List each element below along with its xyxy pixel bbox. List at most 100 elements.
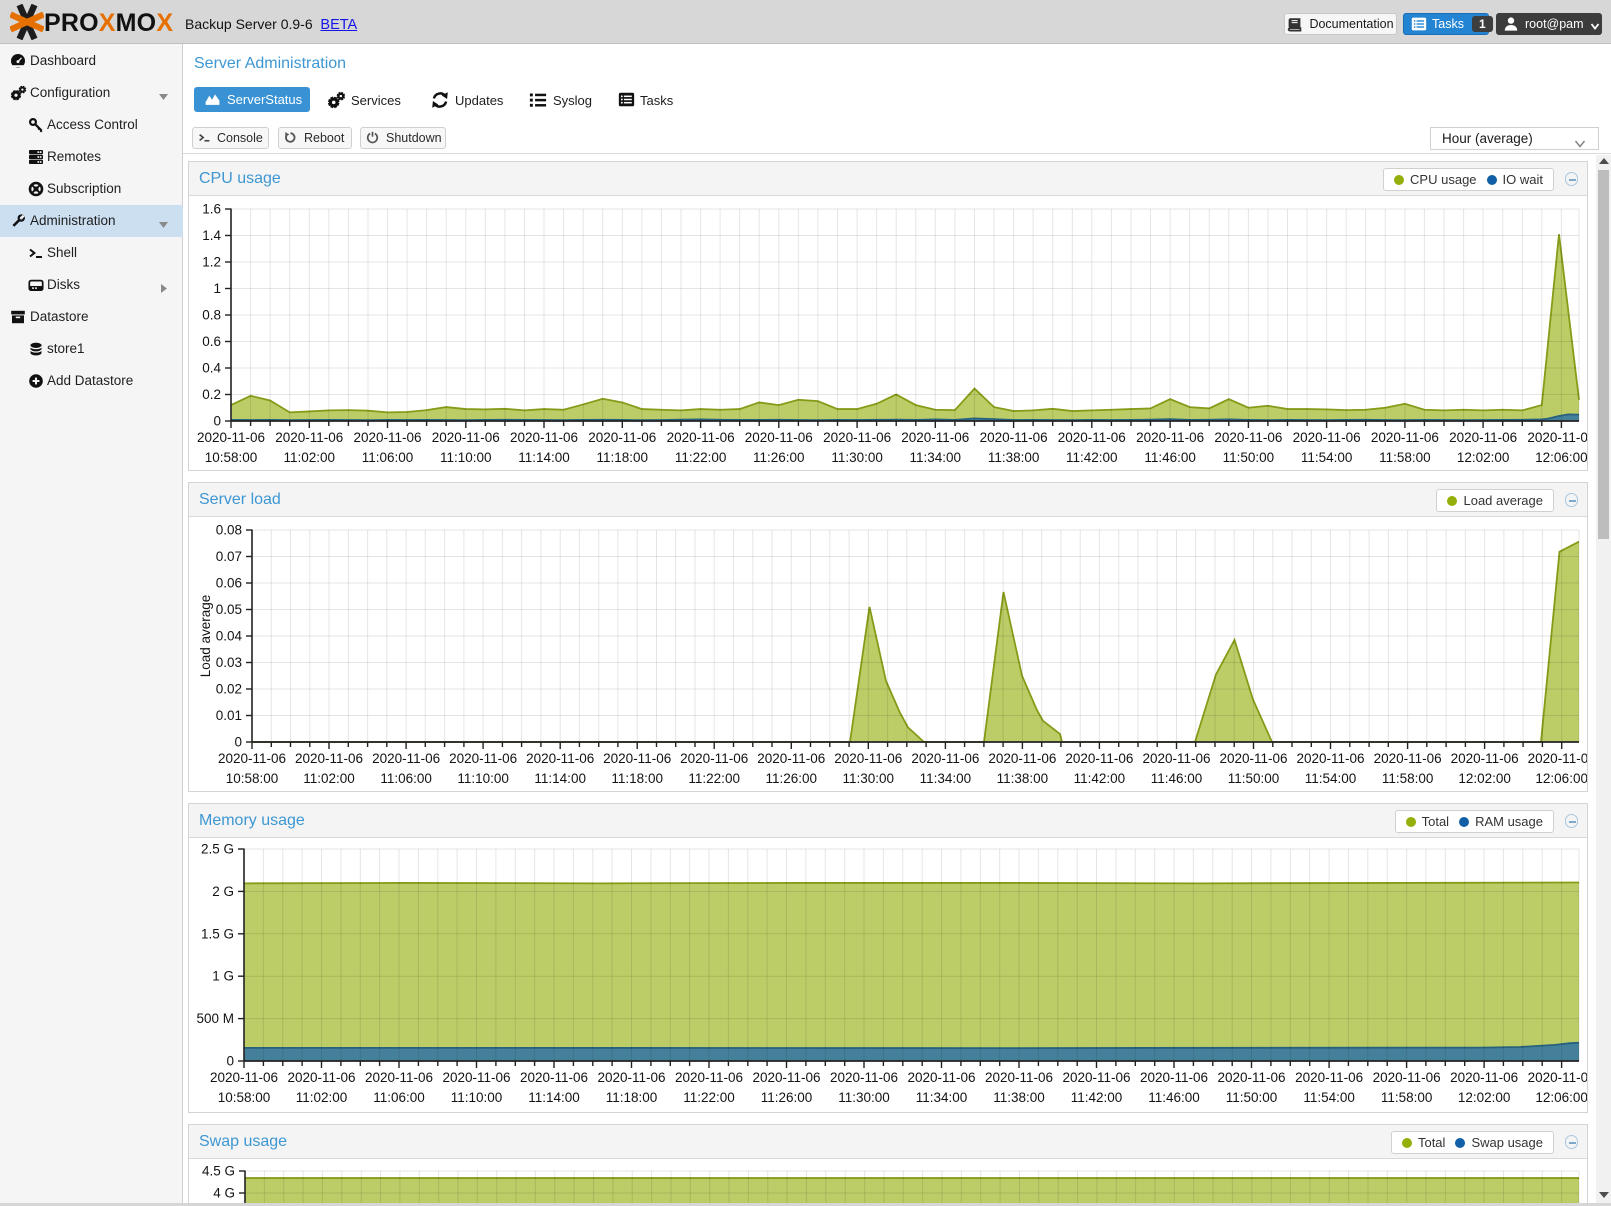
svg-text:0.01: 0.01	[216, 708, 242, 723]
svg-text:11:30:00: 11:30:00	[838, 1090, 890, 1105]
svg-text:2020-11-06: 2020-11-06	[911, 751, 979, 766]
svg-text:11:10:00: 11:10:00	[457, 771, 509, 786]
svg-text:11:54:00: 11:54:00	[1303, 1090, 1355, 1105]
svg-text:12:06:00: 12:06:00	[1535, 450, 1587, 465]
svg-text:2020-11-06: 2020-11-06	[603, 751, 671, 766]
svg-text:11:54:00: 11:54:00	[1301, 450, 1353, 465]
svg-text:0: 0	[213, 414, 221, 429]
svg-text:2020-11-06: 2020-11-06	[275, 430, 343, 445]
svg-text:2020-11-06: 2020-11-06	[295, 751, 363, 766]
svg-text:11:42:00: 11:42:00	[1071, 1090, 1123, 1105]
svg-text:11:46:00: 11:46:00	[1144, 450, 1196, 465]
svg-text:0: 0	[234, 735, 242, 750]
svg-text:2020-11-06: 2020-11-06	[1219, 751, 1287, 766]
svg-text:11:38:00: 11:38:00	[988, 450, 1040, 465]
svg-text:0.4: 0.4	[202, 361, 221, 376]
svg-text:0.07: 0.07	[216, 549, 242, 564]
svg-text:2020-11-06: 2020-11-06	[1528, 751, 1587, 766]
svg-text:2020-11-06: 2020-11-06	[1065, 751, 1133, 766]
svg-text:10:58:00: 10:58:00	[226, 771, 279, 786]
svg-text:11:58:00: 11:58:00	[1382, 771, 1434, 786]
svg-text:11:14:00: 11:14:00	[518, 450, 570, 465]
svg-text:11:34:00: 11:34:00	[916, 1090, 968, 1105]
svg-text:10:58:00: 10:58:00	[205, 450, 258, 465]
svg-text:11:06:00: 11:06:00	[380, 771, 432, 786]
svg-text:2020-11-06: 2020-11-06	[432, 430, 500, 445]
svg-text:0.02: 0.02	[216, 682, 242, 697]
svg-text:11:02:00: 11:02:00	[284, 450, 336, 465]
svg-text:2020-11-06: 2020-11-06	[1371, 430, 1439, 445]
svg-text:2020-11-06: 2020-11-06	[752, 1070, 820, 1085]
svg-text:Load average: Load average	[198, 595, 213, 678]
svg-text:2020-11-06: 2020-11-06	[526, 751, 594, 766]
svg-text:500 M: 500 M	[196, 1011, 234, 1026]
svg-text:2020-11-06: 2020-11-06	[1373, 1070, 1441, 1085]
svg-text:1 G: 1 G	[212, 969, 234, 984]
svg-text:1.2: 1.2	[202, 255, 221, 270]
svg-text:11:10:00: 11:10:00	[440, 450, 492, 465]
svg-text:11:18:00: 11:18:00	[606, 1090, 658, 1105]
svg-text:2020-11-06: 2020-11-06	[675, 1070, 743, 1085]
svg-text:2020-11-06: 2020-11-06	[442, 1070, 510, 1085]
svg-text:2020-11-06: 2020-11-06	[1142, 751, 1210, 766]
svg-text:2020-11-06: 2020-11-06	[1136, 430, 1204, 445]
svg-text:12:02:00: 12:02:00	[1458, 1090, 1511, 1105]
svg-text:2020-11-06: 2020-11-06	[1058, 430, 1126, 445]
svg-text:2020-11-06: 2020-11-06	[1451, 751, 1519, 766]
svg-text:11:22:00: 11:22:00	[675, 450, 727, 465]
svg-text:0.05: 0.05	[216, 602, 242, 617]
svg-text:2020-11-06: 2020-11-06	[901, 430, 969, 445]
svg-text:1: 1	[213, 281, 221, 296]
svg-text:2020-11-06: 2020-11-06	[588, 430, 656, 445]
svg-text:12:06:00: 12:06:00	[1535, 771, 1587, 786]
svg-text:0.03: 0.03	[216, 655, 242, 670]
svg-text:11:34:00: 11:34:00	[910, 450, 962, 465]
svg-text:11:22:00: 11:22:00	[688, 771, 740, 786]
svg-text:0.8: 0.8	[202, 308, 221, 323]
svg-text:11:50:00: 11:50:00	[1226, 1090, 1278, 1105]
svg-text:2020-11-06: 2020-11-06	[667, 430, 735, 445]
svg-text:2020-11-06: 2020-11-06	[1062, 1070, 1130, 1085]
svg-text:2020-11-06: 2020-11-06	[365, 1070, 433, 1085]
svg-text:2020-11-06: 2020-11-06	[520, 1070, 588, 1085]
svg-text:2020-11-06: 2020-11-06	[597, 1070, 665, 1085]
svg-text:2020-11-06: 2020-11-06	[218, 751, 286, 766]
svg-text:2020-11-06: 2020-11-06	[197, 430, 265, 445]
svg-text:0.2: 0.2	[202, 387, 221, 402]
svg-text:11:26:00: 11:26:00	[766, 771, 818, 786]
svg-text:11:50:00: 11:50:00	[1223, 450, 1275, 465]
svg-text:11:18:00: 11:18:00	[597, 450, 649, 465]
svg-text:2020-11-06: 2020-11-06	[1296, 751, 1364, 766]
svg-text:12:02:00: 12:02:00	[1457, 450, 1510, 465]
svg-text:2020-11-06: 2020-11-06	[1449, 430, 1517, 445]
svg-text:11:38:00: 11:38:00	[997, 771, 1049, 786]
svg-text:11:34:00: 11:34:00	[920, 771, 972, 786]
svg-text:2.5 G: 2.5 G	[201, 842, 234, 857]
svg-text:2020-11-06: 2020-11-06	[372, 751, 440, 766]
svg-text:2020-11-06: 2020-11-06	[907, 1070, 975, 1085]
svg-text:2020-11-06: 2020-11-06	[830, 1070, 898, 1085]
svg-text:2020-11-06: 2020-11-06	[985, 1070, 1053, 1085]
svg-text:12:06:00: 12:06:00	[1535, 1090, 1587, 1105]
svg-text:2020-11-06: 2020-11-06	[353, 430, 421, 445]
svg-text:2020-11-06: 2020-11-06	[1293, 430, 1361, 445]
svg-text:2020-11-06: 2020-11-06	[1140, 1070, 1208, 1085]
svg-text:2020-11-06: 2020-11-06	[1450, 1070, 1518, 1085]
svg-text:11:58:00: 11:58:00	[1379, 450, 1431, 465]
svg-text:11:26:00: 11:26:00	[761, 1090, 813, 1105]
svg-text:2020-11-06: 2020-11-06	[210, 1070, 278, 1085]
svg-text:11:38:00: 11:38:00	[993, 1090, 1045, 1105]
svg-text:11:54:00: 11:54:00	[1305, 771, 1357, 786]
svg-text:11:58:00: 11:58:00	[1381, 1090, 1433, 1105]
svg-text:11:10:00: 11:10:00	[451, 1090, 503, 1105]
svg-text:2020-11-06: 2020-11-06	[287, 1070, 355, 1085]
svg-text:11:30:00: 11:30:00	[843, 771, 895, 786]
svg-text:1.5 G: 1.5 G	[201, 926, 234, 941]
svg-text:2020-11-06: 2020-11-06	[680, 751, 748, 766]
svg-text:2020-11-06: 2020-11-06	[1295, 1070, 1363, 1085]
svg-text:2020-11-06: 2020-11-06	[1374, 751, 1442, 766]
svg-text:11:14:00: 11:14:00	[534, 771, 586, 786]
svg-text:2020-11-06: 2020-11-06	[1527, 430, 1587, 445]
svg-text:11:02:00: 11:02:00	[296, 1090, 348, 1105]
svg-text:11:22:00: 11:22:00	[683, 1090, 735, 1105]
